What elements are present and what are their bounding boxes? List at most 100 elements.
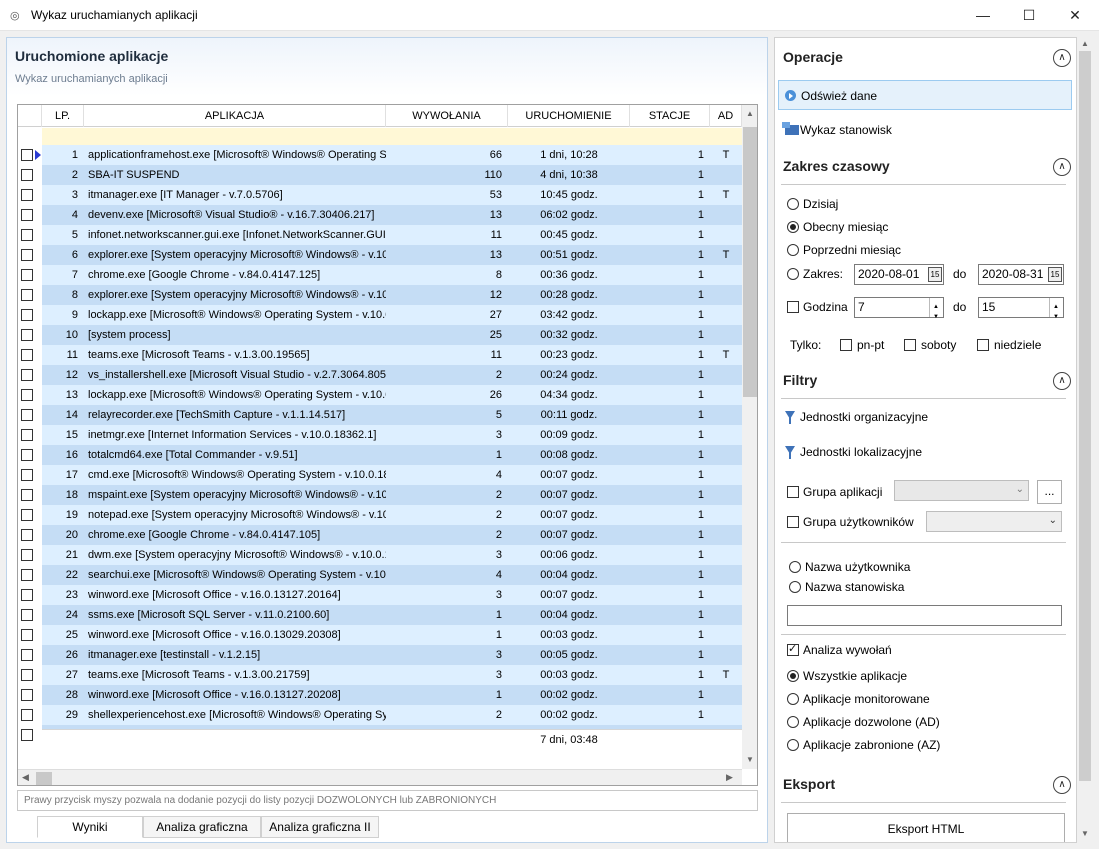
row-checkbox[interactable] (21, 209, 33, 221)
row-checkbox[interactable] (21, 169, 33, 181)
table-row[interactable]: 19 notepad.exe [System operacyjny Microso… (18, 505, 742, 525)
col-stations[interactable]: STACJE (630, 105, 710, 127)
row-selector[interactable] (18, 345, 42, 365)
table-row[interactable]: 6 explorer.exe [System operacyjny Microso… (18, 245, 742, 265)
row-selector[interactable] (18, 465, 42, 485)
table-row[interactable]: 7 chrome.exe [Google Chrome - v.84.0.4147… (18, 265, 742, 285)
table-row[interactable]: 21 dwm.exe [System operacyjny Microsoft® … (18, 545, 742, 565)
row-selector[interactable] (18, 625, 42, 645)
label-station-name[interactable]: Nazwa stanowiska (805, 580, 904, 594)
table-row[interactable]: 5 infonet.networkscanner.gui.exe [Infonet… (18, 225, 742, 245)
row-checkbox[interactable] (21, 409, 33, 421)
calendar-to-icon[interactable]: 15 (1048, 267, 1062, 282)
close-button[interactable]: ✕ (1052, 0, 1098, 31)
app-group-checkbox[interactable] (787, 486, 799, 498)
row-checkbox[interactable] (21, 569, 33, 581)
row-selector[interactable] (18, 725, 42, 745)
collapse-filters-icon[interactable]: ∧ (1053, 372, 1071, 390)
collapse-export-icon[interactable]: ∧ (1053, 776, 1071, 794)
row-checkbox[interactable] (21, 669, 33, 681)
row-selector[interactable] (18, 385, 42, 405)
minimize-button[interactable]: — (960, 0, 1006, 31)
row-checkbox[interactable] (21, 189, 33, 201)
tab-results[interactable]: Wyniki (37, 816, 143, 838)
tab-graphic-analysis-2[interactable]: Analiza graficzna II (261, 816, 379, 838)
label-weekdays[interactable]: pn-pt (857, 338, 884, 352)
label-analysis[interactable]: Analiza wywołań (803, 643, 892, 657)
analysis-checkbox[interactable] (787, 642, 799, 656)
collapse-time-icon[interactable]: ∧ (1053, 158, 1071, 176)
row-selector[interactable] (18, 145, 42, 165)
table-row[interactable]: 9 lockapp.exe [Microsoft® Windows® Operat… (18, 305, 742, 325)
table-row[interactable]: 28 winword.exe [Microsoft Office - v.16.0… (18, 685, 742, 705)
row-checkbox[interactable] (21, 269, 33, 281)
row-selector[interactable] (18, 285, 42, 305)
radio-station-name[interactable] (789, 581, 801, 593)
tab-graphic-analysis[interactable]: Analiza graficzna (143, 816, 261, 838)
label-sundays[interactable]: niedziele (994, 338, 1041, 352)
date-to-field[interactable]: 2020-08-31 15 (978, 264, 1064, 285)
row-selector[interactable] (18, 405, 42, 425)
row-selector[interactable] (18, 305, 42, 325)
row-selector[interactable] (18, 565, 42, 585)
row-checkbox[interactable] (21, 649, 33, 661)
col-runtime[interactable]: URUCHOMIENIE (508, 105, 630, 127)
table-row[interactable]: 10 [system process] 25 00:32 godz. 1 (18, 325, 742, 345)
grid-vertical-thumb[interactable] (743, 127, 757, 397)
label-previous-month[interactable]: Poprzedni miesiąc (803, 243, 901, 257)
row-checkbox[interactable] (21, 609, 33, 621)
radio-forbidden[interactable] (787, 739, 799, 751)
row-checkbox[interactable] (21, 329, 33, 341)
hour-to-field[interactable]: 15 (978, 297, 1064, 327)
hour-from-field[interactable]: 7 (854, 297, 944, 327)
export-html-button[interactable]: Eksport HTML (787, 813, 1065, 842)
label-range[interactable]: Zakres: (803, 267, 843, 281)
row-selector[interactable] (18, 545, 42, 565)
org-units-button[interactable]: Jednostki organizacyjne (778, 404, 1072, 430)
col-lp[interactable]: LP. (42, 105, 84, 127)
scroll-right-icon[interactable]: ▶ (726, 772, 733, 783)
collapse-operations-icon[interactable]: ∧ (1053, 49, 1071, 67)
table-row[interactable]: 8 explorer.exe [System operacyjny Microso… (18, 285, 742, 305)
row-selector[interactable] (18, 685, 42, 705)
row-selector[interactable] (18, 525, 42, 545)
row-checkbox[interactable] (21, 429, 33, 441)
grid-vertical-scrollbar[interactable]: ▲ ▼ (742, 105, 757, 769)
row-selector[interactable] (18, 365, 42, 385)
scroll-up-icon[interactable]: ▲ (1081, 39, 1089, 48)
label-user-group[interactable]: Grupa użytkowników (803, 515, 914, 529)
table-row[interactable]: 16 totalcmd64.exe [Total Commander - v.9.… (18, 445, 742, 465)
scroll-left-icon[interactable]: ◀ (22, 772, 29, 783)
row-checkbox[interactable] (21, 349, 33, 361)
right-panel-scrollbar[interactable]: ▲ ▼ (1077, 37, 1093, 843)
radio-monitored[interactable] (787, 693, 799, 705)
grid-horizontal-thumb[interactable] (36, 772, 52, 785)
user-group-select[interactable]: ⌄ (926, 511, 1062, 532)
row-selector[interactable] (18, 705, 42, 725)
row-selector[interactable] (18, 265, 42, 285)
table-row[interactable]: 20 chrome.exe [Google Chrome - v.84.0.414… (18, 525, 742, 545)
row-selector[interactable] (18, 325, 42, 345)
grid-horizontal-scrollbar[interactable]: ◀ ▶ (18, 769, 742, 785)
row-checkbox[interactable] (21, 549, 33, 561)
row-selector[interactable] (18, 165, 42, 185)
loc-units-button[interactable]: Jednostki lokalizacyjne (778, 439, 1072, 465)
grid-filter-row[interactable] (42, 128, 742, 146)
radio-previous-month[interactable] (787, 244, 799, 256)
row-checkbox[interactable] (21, 729, 33, 741)
label-allowed[interactable]: Aplikacje dozwolone (AD) (803, 715, 940, 729)
maximize-button[interactable]: ☐ (1006, 0, 1052, 31)
table-row[interactable]: 14 relayrecorder.exe [TechSmith Capture -… (18, 405, 742, 425)
table-row[interactable]: 23 winword.exe [Microsoft Office - v.16.0… (18, 585, 742, 605)
row-selector[interactable] (18, 485, 42, 505)
name-search-input[interactable] (787, 605, 1062, 626)
row-selector[interactable] (18, 425, 42, 445)
row-selector[interactable] (18, 605, 42, 625)
row-selector[interactable] (18, 245, 42, 265)
radio-all-apps[interactable] (787, 670, 799, 682)
label-hour[interactable]: Godzina (803, 300, 848, 314)
hour-from-spinner-icon[interactable] (929, 298, 943, 327)
right-panel-thumb[interactable] (1079, 51, 1091, 781)
stations-button[interactable]: Wykaz stanowisk (778, 116, 1072, 142)
app-group-select[interactable]: ⌄ (894, 480, 1029, 501)
